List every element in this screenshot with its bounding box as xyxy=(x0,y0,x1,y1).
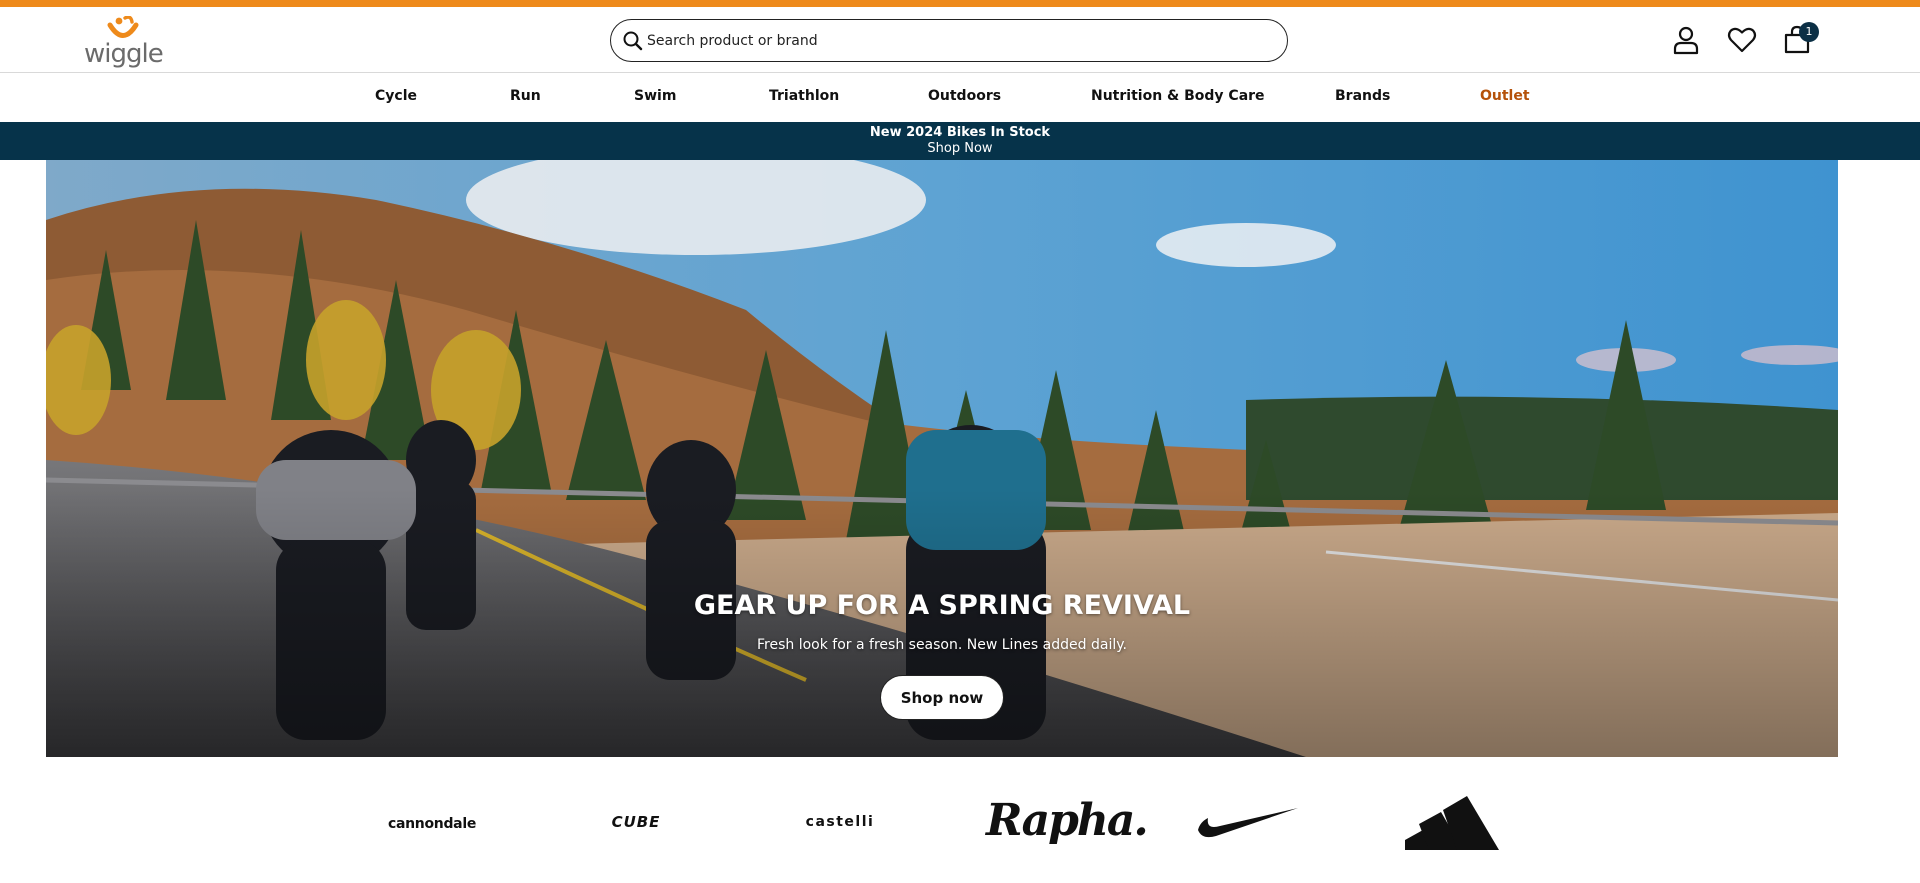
hero-title: GEAR UP FOR A SPRING REVIVAL xyxy=(693,590,1191,621)
cart-count-badge: 1 xyxy=(1799,22,1819,42)
account-icon[interactable] xyxy=(1670,24,1702,56)
nav-item-triathlon[interactable]: Triathlon xyxy=(769,88,839,104)
nike-swoosh-icon xyxy=(1198,808,1298,838)
promo-title: New 2024 Bikes In Stock xyxy=(869,125,1051,140)
nav-item-cycle[interactable]: Cycle xyxy=(375,88,417,104)
nav-item-outlet[interactable]: Outlet xyxy=(1480,88,1530,104)
top-accent-bar xyxy=(0,0,1920,7)
logo-wordmark: wiggle xyxy=(84,39,164,69)
adidas-logo[interactable] xyxy=(1405,794,1501,850)
wiggle-logo[interactable]: wiggle xyxy=(84,16,164,69)
hero-banner: GEAR UP FOR A SPRING REVIVAL Fresh look … xyxy=(46,160,1838,757)
brand-cannondale-logo[interactable]: cannondale xyxy=(370,816,494,832)
hero-subtitle: Fresh look for a fresh season. New Lines… xyxy=(757,637,1127,653)
heart-icon[interactable] xyxy=(1726,24,1758,56)
adidas-stripes-icon xyxy=(1405,796,1499,850)
promo-banner[interactable]: New 2024 Bikes In Stock Shop Now xyxy=(0,122,1920,160)
search-input[interactable] xyxy=(647,26,1267,56)
brand-logos-row: cannondale CUBE castelli Rapha. xyxy=(0,780,1920,860)
search-icon[interactable] xyxy=(622,30,644,52)
brand-castelli-logo[interactable]: castelli xyxy=(790,814,890,830)
nav-item-run[interactable]: Run xyxy=(510,88,541,104)
search-bar[interactable] xyxy=(610,19,1288,62)
brand-rapha-logo[interactable]: Rapha. xyxy=(986,796,1149,846)
hero-image xyxy=(46,160,1838,757)
nav-item-nutrition-body-care[interactable]: Nutrition & Body Care xyxy=(1091,88,1265,104)
site-header: wiggle 1 xyxy=(0,7,1920,73)
promo-shop-now-link[interactable]: Shop Now xyxy=(0,141,1920,156)
main-navigation: Cycle Run Swim Triathlon Outdoors Nutrit… xyxy=(0,74,1920,122)
shop-now-button[interactable]: Shop now xyxy=(880,675,1004,720)
nav-item-outdoors[interactable]: Outdoors xyxy=(928,88,1001,104)
nav-item-swim[interactable]: Swim xyxy=(634,88,676,104)
nike-swoosh-logo[interactable] xyxy=(1196,800,1300,840)
nav-item-brands[interactable]: Brands xyxy=(1335,88,1390,104)
brand-cube-logo[interactable]: CUBE xyxy=(596,813,676,831)
